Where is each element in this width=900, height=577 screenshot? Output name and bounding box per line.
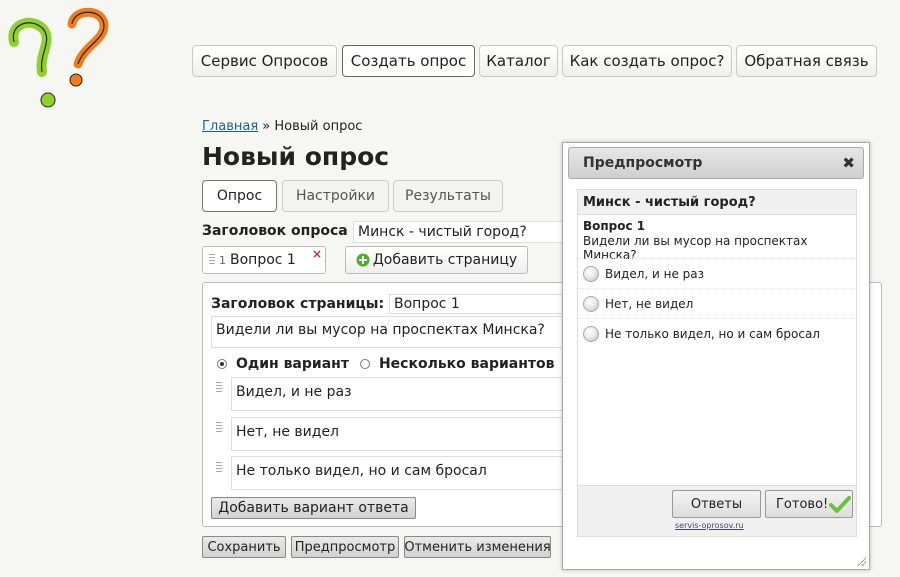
done-button[interactable]: Готово!	[765, 490, 853, 518]
single-choice-radio[interactable]	[217, 359, 227, 369]
multi-choice-label: Несколько вариантов	[378, 356, 555, 372]
multi-choice-radio[interactable]	[359, 359, 370, 369]
radio-icon[interactable]	[583, 326, 599, 342]
add-page-button[interactable]: Добавить страницу	[345, 246, 528, 274]
preview-option[interactable]: Видел, и не раз	[578, 258, 856, 289]
option-input[interactable]: Нет, не видел	[231, 417, 565, 451]
logo-question-marks-icon	[8, 7, 109, 108]
page-title: Новый опрос	[202, 142, 390, 171]
drag-handle-icon[interactable]	[216, 422, 222, 432]
breadcrumb-home-link[interactable]: Главная	[202, 119, 258, 134]
nav-create-survey[interactable]: Создать опрос	[342, 45, 475, 77]
preview-dialog-header: Предпросмотр ✖	[568, 147, 864, 179]
breadcrumb-separator: »	[262, 119, 271, 134]
answers-button[interactable]: Ответы	[672, 490, 761, 518]
resize-handle-icon[interactable]	[856, 556, 866, 566]
page-chip-label: Вопрос 1	[230, 252, 296, 268]
cancel-changes-button[interactable]: Отменить изменения	[404, 536, 551, 558]
tab-settings[interactable]: Настройки	[282, 180, 389, 212]
option-input[interactable]: Видел, и не раз	[231, 377, 565, 411]
save-button[interactable]: Сохранить	[202, 536, 286, 558]
radio-icon[interactable]	[583, 296, 599, 312]
nav-feedback[interactable]: Обратная связь	[736, 45, 877, 77]
preview-survey-title: Минск - чистый город?	[578, 190, 856, 215]
nav-how-to[interactable]: Как создать опрос?	[562, 45, 732, 77]
preview-button[interactable]: Предпросмотр	[291, 536, 399, 558]
credit-link[interactable]: servis-oprosov.ru	[675, 521, 744, 530]
preview-option[interactable]: Не только видел, но и сам бросал	[578, 318, 856, 349]
preview-option-label: Нет, не видел	[605, 297, 694, 311]
question-text-input[interactable]: Видели ли вы мусор на проспектах Минска?	[211, 316, 565, 348]
page-chip[interactable]: 1 Вопрос 1 ×	[202, 246, 326, 274]
add-page-label: Добавить страницу	[372, 252, 518, 268]
close-icon[interactable]: ×	[312, 247, 322, 261]
page-chip-number: 1	[219, 253, 226, 267]
page-title-label: Заголовок страницы:	[211, 296, 385, 312]
survey-title-input[interactable]: Минск - чистый город?	[353, 221, 565, 243]
preview-option-label: Не только видел, но и сам бросал	[605, 327, 820, 341]
done-button-label: Готово!	[776, 496, 829, 512]
preview-survey: Минск - чистый город? Вопрос 1 Видели ли…	[577, 189, 857, 537]
nav-servis-oprosov[interactable]: Сервис Опросов	[192, 45, 337, 77]
breadcrumb: Главная » Новый опрос	[202, 119, 362, 134]
preview-option[interactable]: Нет, не видел	[578, 288, 856, 319]
nav-catalog[interactable]: Каталог	[479, 45, 558, 77]
radio-icon[interactable]	[583, 266, 599, 282]
breadcrumb-current: Новый опрос	[274, 119, 363, 134]
answer-mode: Один вариант Несколько вариантов	[217, 356, 555, 372]
option-input[interactable]: Не только видел, но и сам бросал	[231, 456, 565, 490]
preview-dialog: Предпросмотр ✖ Минск - чистый город? Воп…	[562, 142, 870, 570]
tab-results[interactable]: Результаты	[393, 180, 503, 212]
page-title-input[interactable]: Вопрос 1	[389, 294, 565, 314]
preview-option-label: Видел, и не раз	[605, 267, 705, 281]
plus-circle-icon	[356, 253, 370, 267]
single-choice-label: Один вариант	[236, 356, 349, 372]
add-option-button[interactable]: Добавить вариант ответа	[211, 497, 416, 519]
drag-handle-icon[interactable]	[216, 382, 222, 392]
drag-handle-icon[interactable]	[216, 462, 222, 472]
survey-title-label: Заголовок опроса	[202, 223, 348, 239]
drag-handle-icon[interactable]	[209, 254, 215, 266]
tab-survey[interactable]: Опрос	[202, 180, 277, 212]
checkmark-icon	[829, 496, 852, 513]
preview-question-label: Вопрос 1	[583, 219, 646, 233]
preview-footer: Ответы Готово! servis-oprosov.ru	[578, 485, 856, 536]
preview-dialog-title: Предпросмотр	[583, 155, 703, 171]
close-icon[interactable]: ✖	[842, 154, 855, 172]
